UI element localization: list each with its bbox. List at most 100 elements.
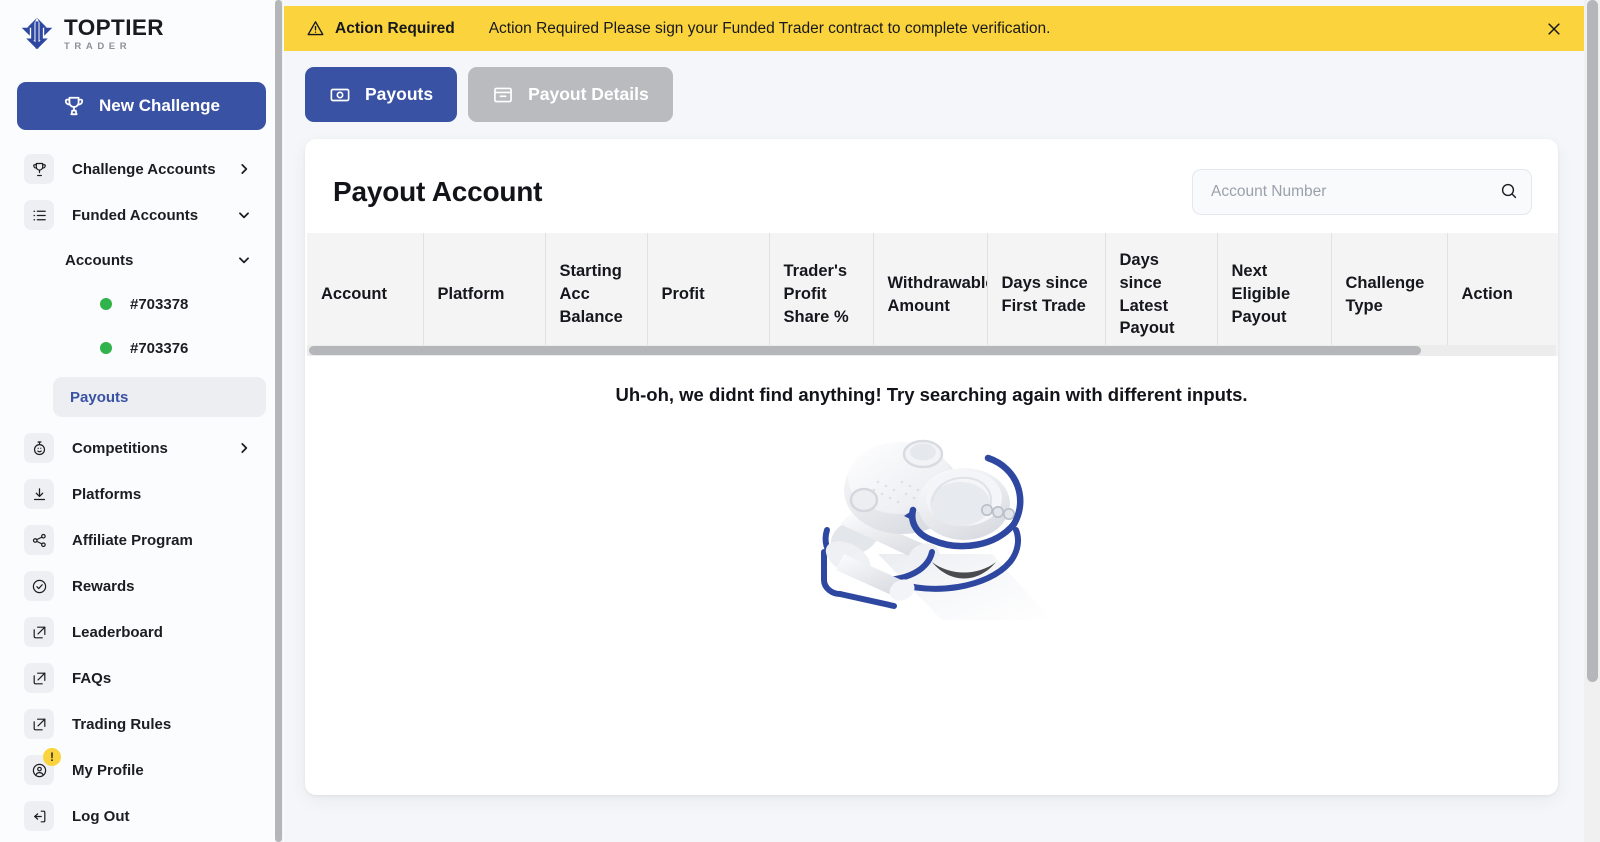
sidebar-account-label: #703378	[130, 295, 189, 313]
share-icon	[24, 525, 54, 555]
sidebar-item-label: Affiliate Program	[72, 531, 193, 549]
submarine-illustration	[782, 412, 1082, 642]
app-root: TOPTIER TRADER New Challenge Challenge A…	[0, 0, 1600, 842]
external-link-icon	[24, 709, 54, 739]
external-link-icon	[24, 663, 54, 693]
sidebar-content: TOPTIER TRADER New Challenge Challenge A…	[0, 0, 277, 842]
brand-name: TOPTIER	[64, 14, 164, 40]
search-input[interactable]	[1193, 170, 1531, 214]
status-dot-online	[100, 298, 112, 310]
toptier-logo-icon	[19, 16, 55, 52]
table-horizontal-scrollbar-track[interactable]	[307, 345, 1556, 357]
trophy-icon	[24, 154, 54, 184]
brand-logo[interactable]: TOPTIER TRADER	[17, 0, 260, 68]
sidebar-scrollbar-track[interactable]	[275, 0, 283, 842]
trophy-icon	[63, 95, 85, 117]
status-dot-online	[100, 342, 112, 354]
sidebar-account-703376[interactable]: #703376	[17, 326, 260, 370]
sidebar-subgroup-accounts[interactable]: Accounts	[17, 238, 260, 282]
external-link-icon	[24, 617, 54, 647]
sidebar-subgroup-label: Accounts	[65, 251, 134, 269]
sidebar-item-competitions[interactable]: Competitions	[17, 425, 260, 471]
sidebar: TOPTIER TRADER New Challenge Challenge A…	[0, 0, 284, 842]
sidebar-item-my-profile[interactable]: ! My Profile	[17, 747, 260, 793]
sidebar-item-label: My Profile	[72, 761, 144, 779]
sidebar-item-label: FAQs	[72, 669, 112, 687]
column-header-withdrawable-amount[interactable]: Withdrawable Amount	[873, 233, 988, 357]
chevron-down-icon	[237, 253, 251, 267]
check-circle-icon	[24, 571, 54, 601]
chevron-right-icon	[237, 162, 251, 176]
sidebar-scrollbar-thumb[interactable]	[275, 0, 282, 842]
sidebar-item-funded-accounts[interactable]: Funded Accounts	[17, 192, 260, 238]
sidebar-account-703378[interactable]: #703378	[17, 282, 260, 326]
banner-title: Action Required	[335, 19, 455, 37]
column-header-days-since-first-trade[interactable]: Days since First Trade	[987, 233, 1106, 357]
payout-table: Account Platform Starting Acc Balance Pr…	[307, 233, 1558, 357]
sidebar-item-payouts[interactable]: Payouts	[53, 377, 266, 417]
sidebar-item-rewards[interactable]: Rewards	[17, 563, 260, 609]
tab-label: Payout Details	[528, 84, 649, 104]
page-title: Payout Account	[333, 176, 543, 207]
sidebar-item-trading-rules[interactable]: Trading Rules	[17, 701, 260, 747]
brand-wordmark: TOPTIER TRADER	[64, 14, 164, 52]
sidebar-item-challenge-accounts[interactable]: Challenge Accounts	[17, 146, 260, 192]
sidebar-item-label: Challenge Accounts	[72, 160, 216, 178]
payout-tabs: Payouts Payout Details	[305, 67, 673, 122]
new-challenge-button[interactable]: New Challenge	[17, 82, 266, 130]
sidebar-item-label: Competitions	[72, 439, 168, 457]
empty-state: Uh-oh, we didnt find anything! Try searc…	[305, 356, 1558, 736]
logout-icon	[24, 801, 54, 831]
sidebar-item-label: Platforms	[72, 485, 142, 503]
action-required-banner: Action Required Action Required Please s…	[284, 6, 1584, 51]
payout-account-card: Payout Account Account Number Account Pl…	[305, 139, 1558, 795]
main-content: Action Required Action Required Please s…	[284, 0, 1600, 842]
sidebar-item-label: Trading Rules	[72, 715, 172, 733]
table-horizontal-scrollbar-thumb[interactable]	[309, 346, 1421, 356]
column-header-starting-acc-balance[interactable]: Starting Acc Balance	[545, 233, 648, 357]
sidebar-item-faqs[interactable]: FAQs	[17, 655, 260, 701]
page-scrollbar-thumb[interactable]	[1587, 0, 1598, 682]
card-header: Payout Account	[305, 139, 1558, 215]
sidebar-item-leaderboard[interactable]: Leaderboard	[17, 609, 260, 655]
payout-table-header-row: Account Platform Starting Acc Balance Pr…	[307, 233, 1558, 357]
sidebar-item-affiliate-program[interactable]: Affiliate Program	[17, 517, 260, 563]
column-header-next-eligible-payout[interactable]: Next Eligible Payout	[1217, 233, 1332, 357]
column-header-account[interactable]: Account	[307, 233, 424, 357]
search-button[interactable]	[1497, 180, 1521, 204]
sidebar-item-log-out[interactable]: Log Out	[17, 793, 260, 839]
archive-box-icon	[492, 84, 514, 106]
sidebar-item-label: Leaderboard	[72, 623, 163, 641]
sidebar-item-label: Rewards	[72, 577, 135, 595]
empty-state-message: Uh-oh, we didnt find anything! Try searc…	[615, 384, 1248, 406]
chevron-down-icon	[237, 208, 251, 222]
download-icon	[24, 479, 54, 509]
payout-money-icon	[329, 84, 351, 106]
sidebar-item-label: Log Out	[72, 807, 130, 825]
sidebar-item-platforms[interactable]: Platforms	[17, 471, 260, 517]
tab-label: Payouts	[365, 84, 434, 104]
new-challenge-label: New Challenge	[99, 96, 220, 115]
sidebar-item-label: Payouts	[70, 388, 129, 406]
tab-payouts[interactable]: Payouts	[305, 67, 458, 122]
sidebar-item-label: Funded Accounts	[72, 206, 199, 224]
list-icon	[24, 200, 54, 230]
warning-triangle-icon	[306, 19, 325, 38]
banner-message: Action Required Please sign your Funded …	[488, 19, 1051, 37]
brand-subtitle: TRADER	[64, 41, 132, 52]
chevron-right-icon	[237, 441, 251, 455]
column-header-platform[interactable]: Platform	[423, 233, 546, 357]
stopwatch-icon	[24, 433, 54, 463]
close-icon[interactable]	[1544, 19, 1564, 39]
column-header-action[interactable]: Action	[1447, 233, 1558, 357]
profile-alert-badge: !	[43, 748, 61, 766]
column-header-days-since-latest-payout[interactable]: Days since Latest Payout	[1105, 233, 1218, 357]
page-scrollbar-track[interactable]	[1584, 0, 1600, 842]
sidebar-nav: Challenge Accounts Funded Accounts Accou…	[17, 146, 266, 839]
account-search	[1192, 169, 1532, 215]
column-header-profit[interactable]: Profit	[647, 233, 770, 357]
tab-payout-details[interactable]: Payout Details	[468, 67, 673, 122]
user-circle-icon: !	[24, 748, 61, 785]
column-header-traders-profit-share[interactable]: Trader's Profit Share %	[769, 233, 874, 357]
column-header-challenge-type[interactable]: Challenge Type	[1331, 233, 1448, 357]
